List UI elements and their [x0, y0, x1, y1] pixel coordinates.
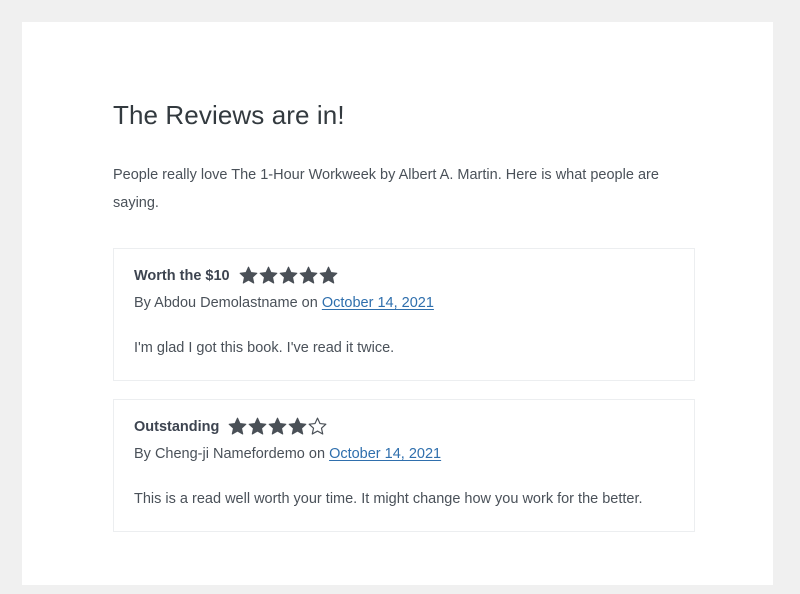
review-date-link[interactable]: October 14, 2021 [329, 446, 441, 462]
star-filled-icon [299, 266, 318, 285]
star-rating [239, 266, 338, 285]
page-intro-text: People really love The 1-Hour Workweek b… [113, 167, 659, 212]
star-filled-icon [268, 417, 287, 436]
review-byline: By Cheng-ji Namefordemo on October 14, 2… [134, 443, 674, 466]
page-content: The Reviews are in! People really love T… [22, 22, 695, 533]
reviews-list: Worth the $10 By Abdou Demolastname on O… [113, 247, 695, 533]
review-header: Worth the $10 [134, 266, 674, 286]
review-date-link[interactable]: October 14, 2021 [322, 295, 434, 311]
page-panel: The Reviews are in! People really love T… [22, 22, 773, 585]
review-header: Outstanding [134, 417, 674, 437]
review-title: Worth the $10 [134, 267, 230, 284]
review-title: Outstanding [134, 418, 220, 435]
star-rating [228, 417, 327, 436]
star-filled-icon [259, 266, 278, 285]
page-title: The Reviews are in! [113, 100, 345, 130]
byline-prefix: By [134, 445, 151, 462]
byline-connector: on [301, 294, 318, 311]
review-card: Outstanding By Cheng-ji Namefordemo on O… [113, 398, 695, 533]
star-filled-icon [319, 266, 338, 285]
star-filled-icon [279, 266, 298, 285]
review-card: Worth the $10 By Abdou Demolastname on O… [113, 247, 695, 381]
review-author: Abdou Demolastname [154, 294, 298, 311]
review-author: Cheng-ji Namefordemo [154, 445, 305, 462]
star-empty-icon [308, 417, 327, 436]
review-body: I'm glad I got this book. I've read it t… [134, 339, 395, 356]
byline-prefix: By [134, 294, 151, 311]
star-filled-icon [239, 266, 258, 285]
star-filled-icon [248, 417, 267, 436]
review-byline: By Abdou Demolastname on October 14, 202… [134, 292, 674, 315]
byline-connector: on [308, 445, 326, 462]
star-filled-icon [228, 417, 247, 436]
review-body: This is a read well worth your time. It … [134, 490, 643, 507]
star-filled-icon [288, 417, 307, 436]
